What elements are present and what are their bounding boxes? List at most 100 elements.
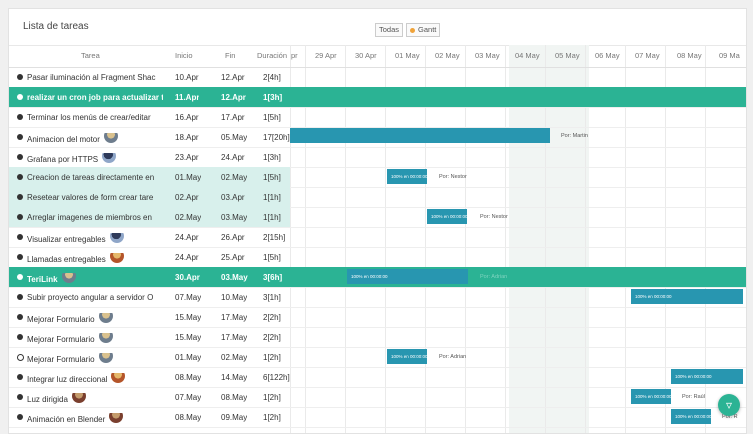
task-name-cell: Mejorar Formulario	[27, 333, 163, 347]
task-end: 17.May	[221, 333, 248, 342]
task-start: 11.Apr	[175, 93, 200, 102]
task-start: 08.May	[175, 373, 202, 382]
col-start[interactable]: Inicio	[175, 51, 193, 60]
task-name: Resetear valores de form crear tare	[27, 193, 154, 202]
task-end: 03.May	[221, 273, 248, 282]
task-end: 24.Apr	[221, 153, 245, 162]
date-header: 02 May	[435, 51, 460, 60]
bar-owner-label: Por: Adrian	[480, 274, 508, 280]
task-end: 08.May	[221, 393, 248, 402]
bullet-icon	[17, 374, 23, 380]
task-duration: 1[3h]	[263, 93, 283, 102]
task-duration: 2[2h]	[263, 333, 281, 342]
bar-owner-label: Por: Nestor	[439, 174, 467, 180]
table-row[interactable]: Mejorar Formulario 01.May 02.May 1[2h]	[9, 347, 746, 368]
task-name: Mejorar Formulario	[27, 355, 95, 365]
date-header: 04 May	[515, 51, 540, 60]
filter-fab-button[interactable]: ▿	[718, 394, 740, 416]
date-partial: pr	[291, 51, 298, 60]
table-row[interactable]: Pasar iluminación al Fragment Shac 10.Ap…	[9, 67, 746, 88]
gantt-bar[interactable]: 100% en 00:00:00	[671, 409, 711, 424]
task-name: realizar un cron job para actualizar t	[27, 93, 163, 102]
bullet-icon	[17, 414, 23, 420]
avatar	[98, 313, 113, 323]
avatar	[111, 373, 126, 383]
avatar	[98, 333, 113, 343]
task-start: 10.Apr	[175, 73, 199, 82]
bar-owner-label: Por: Nestor	[480, 214, 508, 220]
task-name: Arreglar imagenes de miembros en	[27, 213, 152, 222]
bullet-icon	[17, 234, 23, 240]
task-start: 15.May	[175, 333, 202, 342]
task-end: 12.Apr	[221, 73, 245, 82]
bullet-icon	[17, 74, 23, 80]
task-duration: 1[2h]	[263, 393, 281, 402]
task-duration: 1[1h]	[263, 193, 281, 202]
gantt-bar[interactable]: 100% en 00:00:00	[347, 269, 468, 284]
col-end[interactable]: Fin	[225, 51, 235, 60]
task-end: 02.May	[221, 173, 248, 182]
gantt-bar[interactable]: 100% en 00:00:00	[631, 289, 743, 304]
bullet-icon	[17, 314, 23, 320]
gantt-bar[interactable]: 100% en 00:00:00	[387, 349, 427, 364]
avatar	[109, 253, 124, 263]
bullet-icon	[17, 114, 23, 120]
task-name: Mejorar Formulario	[27, 315, 95, 325]
date-header: 08 May	[677, 51, 702, 60]
view-filters: Todas Gantt	[375, 23, 441, 37]
table-row[interactable]: Mejorar Formulario 15.May 17.May 2[2h]	[9, 307, 746, 328]
table-row[interactable]: Integrar luz direccional 08.May 14.May 6…	[9, 367, 746, 388]
filter-gantt-button[interactable]: Gantt	[406, 23, 441, 37]
task-name: Creacion de tareas directamente en	[27, 173, 155, 182]
bar-owner-label: Por: Martin	[561, 133, 588, 139]
task-name: Animación en Blender	[27, 415, 106, 425]
avatar	[61, 273, 76, 283]
task-name-cell: Animación en Blender	[27, 413, 163, 427]
table-row[interactable]: Arreglar imagenes de miembros en 02.May …	[9, 207, 746, 228]
task-end: 12.Apr	[221, 93, 246, 102]
task-duration: 2[4h]	[263, 73, 281, 82]
col-task[interactable]: Tarea	[81, 51, 100, 60]
task-duration: 17[20h]	[263, 133, 290, 142]
col-duration[interactable]: Duración	[257, 51, 287, 60]
panel-header: Lista de tareas Todas Gantt	[9, 9, 746, 46]
avatar	[103, 133, 118, 143]
table-row[interactable]: Creacion de tareas directamente en 01.Ma…	[9, 167, 746, 188]
table-row[interactable]: Visualizar entregables 24.Apr 26.Apr 2[1…	[9, 227, 746, 248]
table-row[interactable]: Mejorar Formulario 15.May 17.May 2[2h]	[9, 327, 746, 348]
task-name: Luz dirigida	[27, 395, 68, 405]
task-name-cell: Luz dirigida	[27, 393, 163, 407]
bullet-icon	[17, 334, 23, 340]
gantt-bar[interactable]: 100% en 00:00:00	[671, 369, 743, 384]
task-name-cell: Mejorar Formulario	[27, 313, 163, 327]
bullet-icon	[17, 254, 23, 260]
task-name-cell: Integrar luz direccional	[27, 373, 163, 387]
task-list-panel: Lista de tareas Todas Gantt Tarea Inicio…	[8, 8, 747, 434]
gantt-bar[interactable]: 100% en 00:00:00	[387, 169, 427, 184]
gantt-bar[interactable]	[290, 128, 550, 143]
task-end: 03.May	[221, 213, 248, 222]
gantt-bar[interactable]: 100% en 00:00:00	[631, 389, 671, 404]
task-name-cell: Animacion del motor	[27, 133, 163, 147]
table-row[interactable]: Terminar los menús de crear/editar 16.Ap…	[9, 107, 746, 128]
date-header: 06 May	[595, 51, 620, 60]
table-row[interactable]: Animación en Blender 08.May 09.May 1[2h]	[9, 407, 746, 428]
table-row[interactable]: Resetear valores de form crear tare 02.A…	[9, 187, 746, 208]
task-name-cell: Mejorar Formulario	[27, 353, 163, 367]
avatar	[98, 353, 113, 363]
task-start: 24.Apr	[175, 233, 199, 242]
task-start: 02.May	[175, 213, 202, 222]
bullet-icon	[17, 394, 23, 400]
table-row[interactable]: Grafana por HTTPS 23.Apr 24.Apr 1[3h]	[9, 147, 746, 168]
gantt-bar[interactable]: 100% en 00:00:00	[427, 209, 467, 224]
task-name-cell: Visualizar entregables	[27, 233, 163, 247]
date-header: 09 Ma	[719, 51, 740, 60]
task-name: Visualizar entregables	[27, 235, 106, 245]
page-title: Lista de tareas	[23, 21, 89, 32]
task-end: 25.Apr	[221, 253, 245, 262]
table-row[interactable]: Llamadas entregables 24.Apr 25.Apr 1[5h]	[9, 247, 746, 268]
table-row[interactable]: realizar un cron job para actualizar t 1…	[9, 87, 746, 108]
filter-all-button[interactable]: Todas	[375, 23, 404, 37]
bullet-icon	[17, 134, 23, 140]
task-name: Llamadas entregables	[27, 255, 106, 265]
